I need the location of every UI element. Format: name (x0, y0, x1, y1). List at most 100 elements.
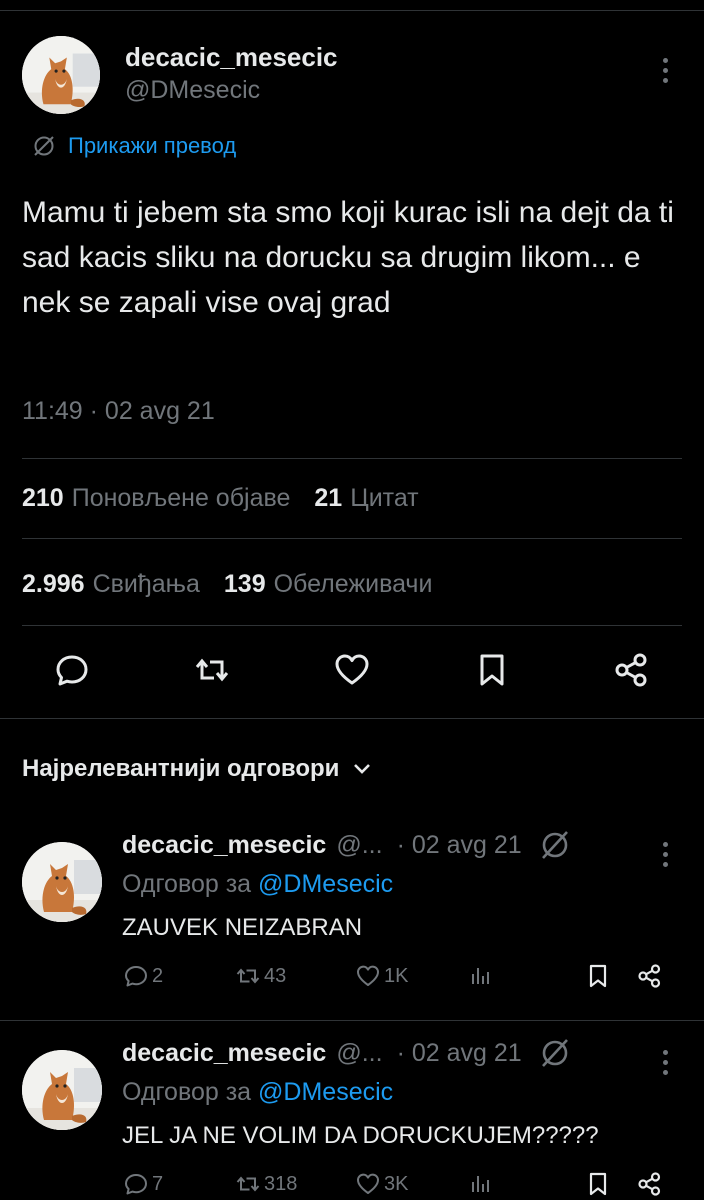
divider (22, 625, 682, 626)
replies-sort-label: Најрелевантнији одговори (22, 755, 340, 782)
views-icon (472, 1176, 489, 1192)
top-divider (0, 10, 704, 11)
author-handle[interactable]: @DMesecic (125, 76, 260, 105)
likes-count: 2.996 (22, 570, 85, 598)
divider (22, 458, 682, 459)
reply-button[interactable]: 2 (122, 962, 163, 990)
bookmark-button[interactable] (584, 962, 612, 990)
more-options-icon[interactable] (656, 832, 676, 872)
replying-to-handle[interactable]: @DMesecic (258, 870, 393, 898)
tweet-text: Mamu ti jebem sta smo koji kurac isli na… (22, 196, 674, 319)
tweet-actions-bar (0, 650, 704, 700)
quotes-stat[interactable]: 21 Цитат (314, 484, 418, 513)
reposts-count: 210 (22, 484, 64, 512)
tweet-timestamp[interactable]: 11:49 · 02 avg 21 (22, 397, 215, 426)
reply-tweet[interactable]: decacic_mesecic @... · 02 avg 21 Одговор… (0, 1036, 704, 1200)
reply-icon (125, 966, 147, 987)
chevron-down-icon (354, 764, 371, 774)
reposts-label: Поновљене објаве (71, 484, 291, 512)
reply-icon (56, 655, 88, 686)
reply-author-name[interactable]: decacic_mesecic (122, 831, 326, 860)
divider (22, 538, 682, 539)
replying-to-prefix: Одговор за (122, 1078, 252, 1106)
bookmark-button[interactable] (584, 1170, 612, 1198)
reply-tweet[interactable]: decacic_mesecic @... · 02 avg 21 Одговор… (0, 828, 704, 1028)
reply-author-name[interactable]: decacic_mesecic (122, 1039, 326, 1068)
globe-slash-icon[interactable] (538, 1036, 572, 1070)
quotes-count: 21 (314, 484, 343, 512)
bookmarks-label: Обележивачи (273, 570, 433, 598)
bookmark-icon (589, 964, 607, 988)
more-options-icon[interactable] (656, 48, 676, 88)
replying-to: Одговор за @DMesecic (122, 1078, 393, 1107)
reply-actions-bar: 7 318 3K (122, 1170, 682, 1200)
like-button[interactable]: 1K (354, 962, 408, 990)
avatar[interactable] (22, 36, 100, 114)
reply-button[interactable] (52, 650, 92, 690)
reply-author-handle[interactable]: @... (336, 831, 382, 860)
replying-to: Одговор за @DMesecic (122, 870, 393, 899)
like-count: 3K (384, 1172, 409, 1195)
repost-icon (236, 1176, 260, 1192)
share-icon (615, 653, 647, 687)
section-divider (0, 718, 704, 719)
share-button[interactable] (636, 1170, 664, 1198)
like-count: 1K (384, 964, 409, 987)
reply-header: decacic_mesecic @... · 02 avg 21 (122, 1036, 572, 1070)
avatar[interactable] (22, 842, 102, 922)
share-button[interactable] (636, 962, 664, 990)
fox-avatar-image (22, 36, 100, 114)
reply-author-handle[interactable]: @... (336, 1039, 382, 1068)
show-translation-label: Прикажи превод (68, 133, 237, 158)
likes-label: Свиђања (92, 570, 200, 598)
heart-icon (357, 1173, 379, 1194)
views-button[interactable] (466, 962, 494, 990)
show-translation-button[interactable]: Прикажи превод (32, 133, 236, 159)
repost-count: 318 (264, 1172, 298, 1195)
quotes-label: Цитат (350, 484, 419, 512)
bookmarks-stat[interactable]: 139 Обележивачи (224, 570, 433, 599)
reply-header: decacic_mesecic @... · 02 avg 21 (122, 828, 572, 862)
reply-count: 2 (152, 964, 164, 987)
bookmark-button[interactable] (472, 650, 512, 690)
author-name[interactable]: decacic_mesecic (125, 42, 338, 73)
replies-sort-dropdown[interactable]: Најрелевантнији одговори (22, 755, 373, 783)
reposts-stat[interactable]: 210 Поновљене објаве (22, 484, 290, 513)
repost-icon (236, 968, 260, 984)
reply-button[interactable]: 7 (122, 1170, 163, 1198)
bookmark-icon (589, 1172, 607, 1196)
replying-to-handle[interactable]: @DMesecic (258, 1078, 393, 1106)
globe-slash-icon (34, 136, 54, 156)
repost-button[interactable]: 43 (234, 962, 286, 990)
reply-date[interactable]: · 02 avg 21 (397, 1039, 522, 1068)
share-icon (638, 1172, 661, 1196)
repost-button[interactable] (192, 650, 232, 690)
repost-button[interactable]: 318 (234, 1170, 297, 1198)
views-icon (472, 968, 489, 984)
more-options-icon[interactable] (656, 1040, 676, 1080)
like-stats-row: 2.996 Свиђања 139 Обележивачи (22, 570, 432, 599)
globe-slash-icon[interactable] (538, 828, 572, 862)
bookmarks-count: 139 (223, 570, 266, 598)
share-icon (638, 964, 661, 988)
repost-stats-row: 210 Поновљене објаве 21 Цитат (22, 484, 419, 513)
avatar[interactable] (22, 1050, 102, 1130)
fox-avatar-image (22, 1050, 102, 1130)
reply-date[interactable]: · 02 avg 21 (397, 831, 522, 860)
share-button[interactable] (612, 650, 652, 690)
reply-actions-bar: 2 43 1K (122, 962, 682, 996)
like-button[interactable]: 3K (354, 1170, 408, 1198)
reply-icon (125, 1174, 147, 1195)
repost-icon (195, 658, 229, 682)
likes-stat[interactable]: 2.996 Свиђања (22, 570, 200, 599)
reply-text: ZAUVEK NEIZABRAN (122, 914, 363, 941)
views-button[interactable] (466, 1170, 494, 1198)
fox-avatar-image (22, 842, 102, 922)
reply-divider (0, 1020, 704, 1021)
heart-icon (335, 654, 369, 685)
like-button[interactable] (332, 650, 372, 690)
heart-icon (357, 965, 379, 986)
bookmark-icon (480, 654, 504, 686)
reply-text: JEL JA NE VOLIM DA DORUCKUJEM????? (122, 1122, 599, 1149)
reply-count: 7 (152, 1172, 164, 1195)
